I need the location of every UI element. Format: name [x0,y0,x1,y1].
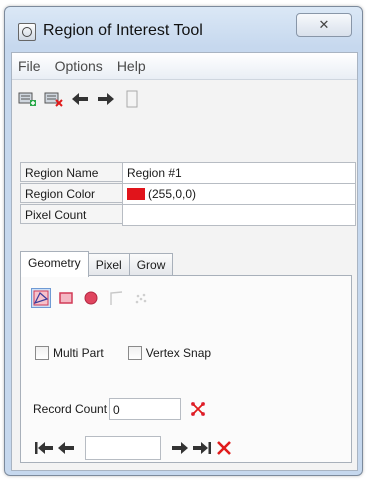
blank-page-icon[interactable] [122,89,142,109]
region-name-label: Region Name [20,162,122,182]
region-name-field[interactable]: Region #1 [122,162,356,184]
toolbar [12,80,357,118]
multi-part-box[interactable] [35,346,49,360]
region-color-value: (255,0,0) [148,187,197,201]
tab-geometry[interactable]: Geometry [20,251,89,277]
client-area: File Options Help Region Name Region #1 … [11,52,358,471]
region-name-value: Region #1 [127,166,182,180]
region-name-row: Region Name Region #1 [20,162,356,184]
first-record-icon[interactable] [33,438,55,458]
delete-record-icon[interactable] [213,438,235,458]
menu-file[interactable]: File [18,58,41,74]
pixel-count-label: Pixel Count [20,204,122,224]
polyline-tool-icon[interactable] [106,288,126,308]
close-button[interactable]: ✕ [296,13,352,37]
vertex-snap-label: Vertex Snap [145,346,212,360]
arrow-right-icon[interactable] [96,89,116,109]
clear-records-icon[interactable] [187,399,209,419]
record-count-field[interactable]: 0 [109,398,182,420]
new-roi-icon[interactable] [18,89,38,109]
region-color-label: Region Color [20,183,122,203]
record-count-label: Record Count [33,402,108,416]
vertex-snap-checkbox[interactable]: Vertex Snap [127,346,212,360]
rectangle-tool-icon[interactable] [56,288,76,308]
multi-part-label: Multi Part [53,346,104,360]
tab-pixel[interactable]: Pixel [87,253,130,276]
prev-record-icon[interactable] [55,438,77,458]
geometry-panel: Multi Part Vertex Snap Record Count 0 [20,275,352,463]
tab-grow[interactable]: Grow [128,253,174,276]
record-navigation [33,436,235,460]
geometry-options: Multi Part Vertex Snap [35,346,235,360]
delete-roi-icon[interactable] [44,89,64,109]
menu-help[interactable]: Help [117,58,146,74]
roi-tool-window: Region of Interest Tool ✕ File Options H… [4,6,363,476]
record-count-row: Record Count 0 [33,398,209,420]
ellipse-tool-icon[interactable] [81,288,101,308]
arrow-left-icon[interactable] [70,89,90,109]
app-icon [18,23,36,41]
region-color-row: Region Color (255,0,0) [20,183,356,205]
record-index-field[interactable] [85,436,161,460]
tab-strip: Geometry Pixel Grow [20,251,174,277]
region-color-field[interactable]: (255,0,0) [122,183,356,205]
next-record-icon[interactable] [169,438,191,458]
title-bar: Region of Interest Tool ✕ [5,7,362,47]
geometry-tools [31,288,156,308]
point-tool-icon[interactable] [131,288,151,308]
menu-options[interactable]: Options [55,58,103,74]
polygon-tool-icon[interactable] [31,288,51,308]
multi-part-checkbox[interactable]: Multi Part [35,346,104,360]
menu-bar: File Options Help [12,53,357,80]
vertex-snap-box[interactable] [127,346,142,360]
window-title: Region of Interest Tool [43,22,203,39]
pixel-count-field [122,204,356,226]
color-swatch[interactable] [127,188,145,200]
last-record-icon[interactable] [191,438,213,458]
close-icon: ✕ [318,17,330,32]
region-properties: Region Name Region #1 Region Color (255,… [20,162,356,226]
pixel-count-row: Pixel Count [20,204,356,226]
